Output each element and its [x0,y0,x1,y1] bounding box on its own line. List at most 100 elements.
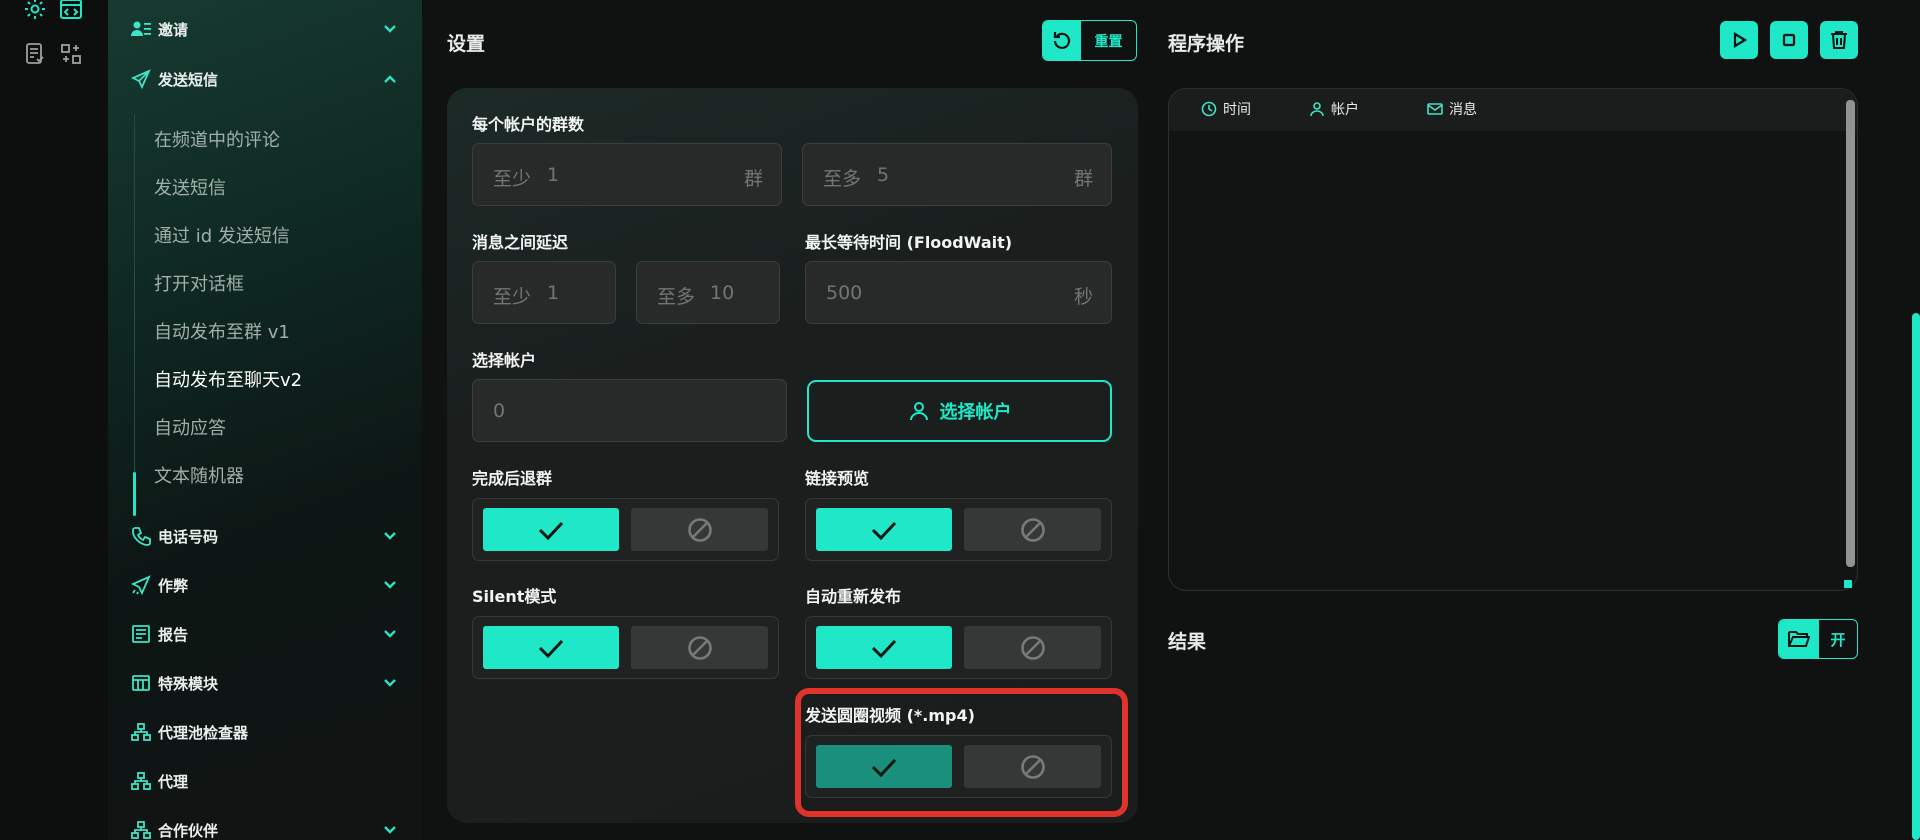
ban-icon [687,517,712,542]
log-header: 时间 帐户 消息 [1169,89,1857,131]
log-col-label: 消息 [1449,102,1477,118]
settings-title: 设置 [447,33,486,55]
log-col-account[interactable]: 帐户 [1309,99,1359,119]
magic-plane-icon [130,574,152,596]
delete-button[interactable] [1820,21,1858,59]
sidebar-item-autopost-groups-v1[interactable]: 自动发布至群 v1 [154,318,290,344]
check-icon [871,639,897,658]
delay-min-input[interactable]: 至少 1 [472,261,616,324]
message-delay-label: 消息之间延迟 [472,233,569,252]
ban-icon [687,635,712,660]
open-folder-button[interactable]: 开 [1778,619,1858,659]
network-icon [130,721,152,743]
phone-icon [130,525,152,547]
checklist-icon[interactable] [22,41,48,67]
enable-button[interactable] [483,508,619,551]
auto-repost-toggle [805,616,1112,679]
active-indicator [133,472,136,516]
sidebar-item-autopost-chats-v2[interactable]: 自动发布至聊天v2 [154,366,302,392]
sidebar-item-channel-comments[interactable]: 在频道中的评论 [154,126,280,152]
reset-icon [1043,21,1081,60]
reset-button[interactable]: 重置 [1042,20,1137,61]
disable-button[interactable] [964,508,1101,551]
log-col-label: 时间 [1223,102,1251,118]
disable-button[interactable] [631,508,768,551]
enable-button[interactable] [816,508,952,551]
sidebar-group-send-sms[interactable]: 发送短信 [130,64,400,94]
sidebar-group-special-modules[interactable]: 特殊模块 [130,668,400,698]
sidebar-item-open-dialog[interactable]: 打开对话框 [154,270,244,296]
mail-icon [1427,101,1443,117]
auto-repost-label: 自动重新发布 [805,587,902,606]
sidebar-group-phone-numbers[interactable]: 电话号码 [130,521,400,551]
sidebar-group-label: 发送短信 [158,70,219,89]
log-col-message[interactable]: 消息 [1427,99,1477,119]
sidebar-group-partners[interactable]: 合作伙伴 [130,815,400,840]
sidebar-group-reports[interactable]: 报告 [130,619,400,649]
leave-after-label: 完成后退群 [472,469,553,488]
stop-icon [1782,33,1796,47]
chevron-down-icon [380,624,400,644]
groups-max-value: 5 [877,164,890,186]
groups-max-input[interactable]: 至多 5 群 [802,143,1112,206]
max-prefix: 至多 [657,286,696,308]
sidebar-item-text-randomizer[interactable]: 文本随机器 [154,462,244,488]
swap-icon[interactable] [58,41,84,67]
sidebar-item-send-sms-by-id[interactable]: 通过 id 发送短信 [154,222,290,248]
user-icon [908,400,930,422]
results-title: 结果 [1168,631,1207,653]
sidebar-group-proxy[interactable]: 代理 [130,766,400,796]
enable-button[interactable] [483,626,619,669]
page-scrollbar[interactable] [1912,313,1920,840]
code-window-icon[interactable] [58,0,84,22]
sidebar-group-label: 代理 [158,772,189,791]
select-account-label: 选择帐户 [472,351,537,370]
flood-wait-input[interactable]: 500 秒 [805,261,1112,324]
select-account-button-label: 选择帐户 [939,402,1012,423]
chevron-up-icon [380,69,400,89]
sidebar-group-invite[interactable]: 邀请 [130,14,400,44]
account-count-value: 0 [493,400,506,422]
icon-rail [0,0,108,840]
groups-suffix: 群 [1073,168,1093,190]
sidebar-group-label: 报告 [158,625,189,644]
operations-title: 程序操作 [1168,33,1245,55]
groups-suffix: 群 [743,168,763,190]
table-icon [130,672,152,694]
silent-mode-label: Silent模式 [472,587,557,606]
open-label: 开 [1830,630,1846,649]
sidebar-group-cheat[interactable]: 作弊 [130,570,400,600]
log-col-time[interactable]: 时间 [1201,99,1251,119]
stop-button[interactable] [1770,21,1808,59]
sidebar-group-label: 特殊模块 [158,674,219,693]
link-preview-label: 链接预览 [805,469,870,488]
send-sms-submenu: 在频道中的评论 发送短信 通过 id 发送短信 打开对话框 自动发布至群 v1 … [133,115,404,516]
enable-button[interactable] [816,626,952,669]
ban-icon [1020,517,1045,542]
disable-button[interactable] [631,626,768,669]
sidebar-group-proxy-checker[interactable]: 代理池检查器 [130,717,400,747]
play-button[interactable] [1720,21,1758,59]
groups-min-input[interactable]: 至少 1 群 [472,143,782,206]
resize-grip-icon[interactable] [1844,580,1852,588]
clock-icon [1201,101,1217,117]
check-icon [538,639,564,658]
sidebar-group-label: 合作伙伴 [158,821,219,840]
sidebar-group-label: 电话号码 [158,527,219,546]
sidebar-group-label: 代理池检查器 [158,723,249,742]
account-count-input[interactable]: 0 [472,379,787,442]
gear-icon[interactable] [22,0,48,22]
users-list-icon [130,18,152,40]
disable-button[interactable] [964,626,1101,669]
sidebar-group-label: 作弊 [158,576,189,595]
delay-max-input[interactable]: 至多 10 [636,261,780,324]
flood-wait-value: 500 [826,282,863,304]
highlight-box [795,688,1128,817]
select-account-button[interactable]: 选择帐户 [807,380,1112,442]
log-table[interactable]: 时间 帐户 消息 [1168,88,1858,591]
user-icon [1309,101,1325,117]
sidebar-item-send-sms[interactable]: 发送短信 [154,174,226,200]
delay-max-value: 10 [710,282,735,304]
sidebar-item-auto-reply[interactable]: 自动应答 [154,414,226,440]
log-scrollbar-thumb[interactable] [1846,100,1855,567]
